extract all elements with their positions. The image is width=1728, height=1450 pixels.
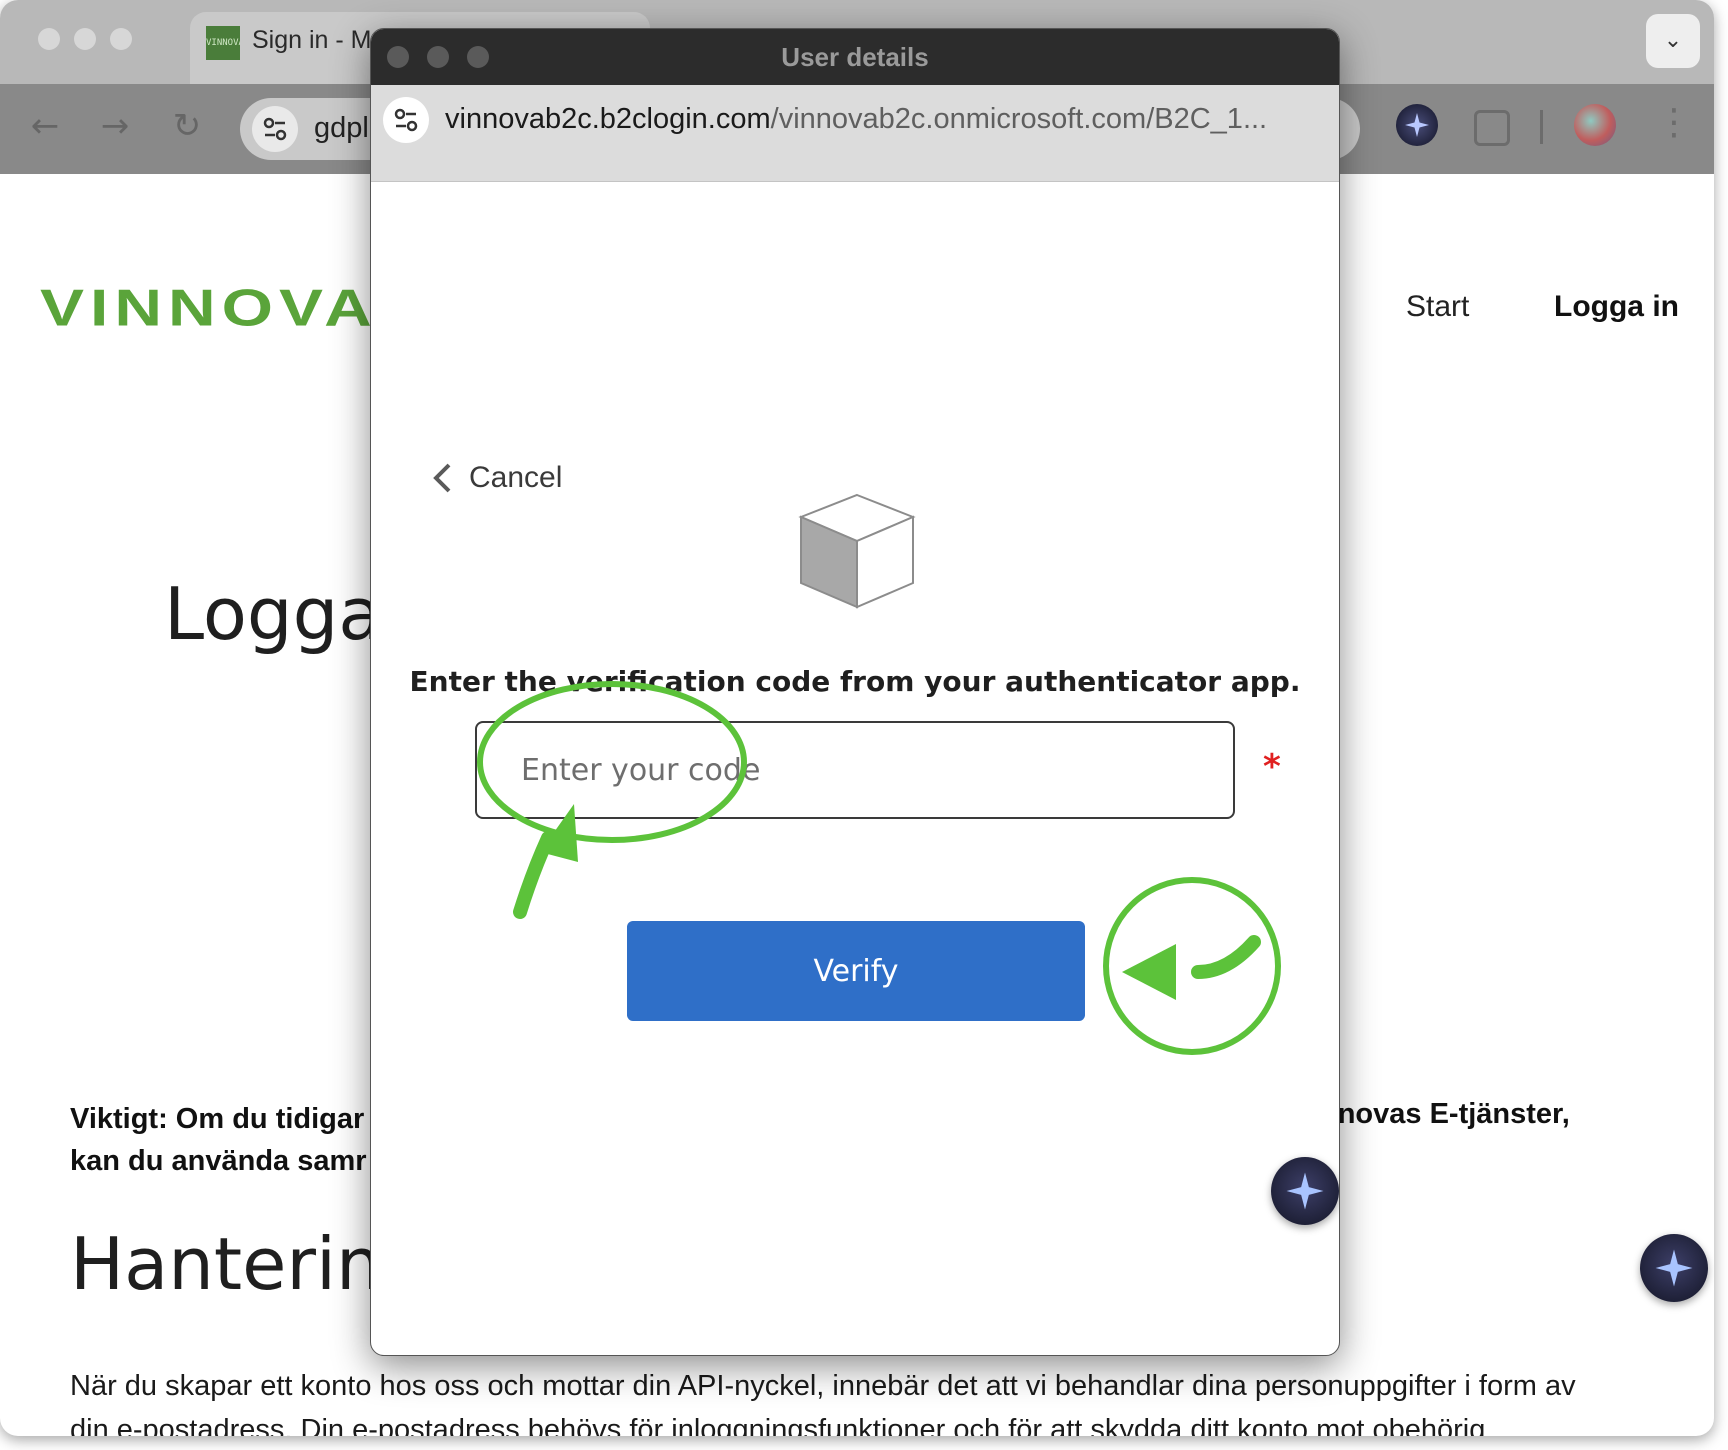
chevron-down-icon[interactable]: ⌄ xyxy=(1646,14,1700,68)
ai-assistant-fab-icon[interactable] xyxy=(1640,1234,1708,1302)
url-host: vinnovab2c.b2clogin.com xyxy=(445,103,771,135)
paragraph-line2: din e-postadress. Din e-postadress behöv… xyxy=(70,1414,1486,1436)
profile-avatar[interactable] xyxy=(1574,104,1616,146)
required-indicator: * xyxy=(1263,747,1281,787)
verification-code-input[interactable] xyxy=(475,721,1235,819)
toolbar-divider xyxy=(1540,110,1543,144)
reload-icon[interactable]: ↻ xyxy=(164,106,210,146)
forward-icon[interactable]: → xyxy=(92,106,138,146)
chevron-left-icon xyxy=(433,463,451,493)
popup-title: User details xyxy=(781,42,929,72)
zoom-window-button[interactable] xyxy=(110,28,132,50)
vinnova-logo[interactable]: VINNOVA xyxy=(40,278,378,337)
nav-link-login[interactable]: Logga in xyxy=(1554,290,1679,324)
nav-link-start[interactable]: Start xyxy=(1406,290,1469,324)
site-settings-icon[interactable] xyxy=(383,97,429,143)
popup-address-bar[interactable]: vinnovab2c.b2clogin.com/vinnovab2c.onmic… xyxy=(371,85,1339,182)
verify-button[interactable]: Verify xyxy=(627,921,1085,1021)
popup-url: vinnovab2c.b2clogin.com/vinnovab2c.onmic… xyxy=(445,103,1267,136)
site-settings-icon[interactable] xyxy=(252,106,298,152)
body-paragraph: När du skapar ett konto hos oss och mott… xyxy=(70,1364,1630,1436)
back-icon[interactable]: ← xyxy=(22,106,68,146)
user-details-popup: User details vinnovab2c.b2clogin.com/vin… xyxy=(370,28,1340,1356)
important-notice-continuation: nnovas E-tjänster, xyxy=(1320,1098,1570,1130)
site-favicon-icon: VINNOVA xyxy=(206,26,240,60)
ai-assistant-icon[interactable] xyxy=(1396,104,1438,146)
cube-icon xyxy=(798,493,916,609)
cancel-label: Cancel xyxy=(469,461,563,494)
cancel-button[interactable]: Cancel xyxy=(431,461,562,495)
address-text: gdpl xyxy=(314,112,369,144)
instruction-text: Enter the verification code from your au… xyxy=(409,665,1301,698)
tab-title: Sign in - M xyxy=(252,26,372,54)
extensions-icon[interactable] xyxy=(1474,110,1510,146)
more-menu-icon[interactable]: ⋮ xyxy=(1656,102,1692,143)
close-window-button[interactable] xyxy=(38,28,60,50)
popup-titlebar: User details xyxy=(371,29,1339,85)
minimize-window-button[interactable] xyxy=(74,28,96,50)
paragraph-line1: När du skapar ett konto hos oss och mott… xyxy=(70,1370,1576,1402)
url-path: /vinnovab2c.onmicrosoft.com/B2C_1... xyxy=(770,103,1268,135)
ai-assistant-fab-icon[interactable] xyxy=(1271,1157,1339,1225)
page-title: Logga xyxy=(164,572,383,656)
